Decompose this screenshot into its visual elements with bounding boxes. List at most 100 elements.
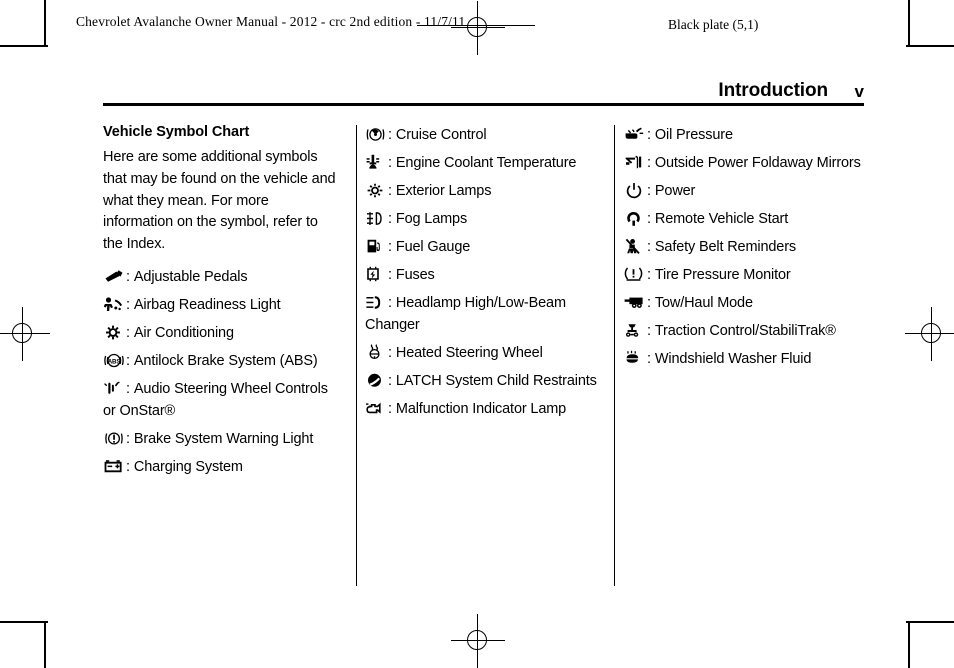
symbol-entry: : Heated Steering Wheel xyxy=(365,342,603,364)
registration-mark-left xyxy=(0,307,50,361)
registration-circle xyxy=(467,630,487,650)
engine-coolant-temperature-icon xyxy=(365,154,387,171)
symbol-entry: : Adjustable Pedals xyxy=(103,266,341,288)
column-2: : Cruise Control : Engine Coolant Temperat… xyxy=(365,124,603,426)
crop-mark-top-right-vertical xyxy=(908,0,910,47)
symbol-colon: : xyxy=(388,183,392,200)
section-intro-paragraph: Here are some additional symbols that ma… xyxy=(103,149,336,252)
symbol-entry: : Headlamp High/Low-Beam Changer xyxy=(365,292,603,336)
remote-vehicle-start-icon xyxy=(624,210,646,227)
symbol-colon: : xyxy=(126,430,130,447)
symbol-label: LATCH System Child Restraints xyxy=(395,373,597,390)
outside-power-foldaway-mirrors-icon xyxy=(624,154,646,171)
registration-circle xyxy=(12,323,32,343)
symbol-colon: : xyxy=(126,296,130,313)
symbol-label: Fuel Gauge xyxy=(395,239,471,256)
symbol-colon: : xyxy=(126,352,130,369)
section-title: Vehicle Symbol Chart xyxy=(103,124,250,140)
symbol-colon: : xyxy=(126,458,130,475)
headlamp-high-low-beam-changer-icon xyxy=(365,294,387,311)
symbol-label: Power xyxy=(654,183,696,200)
air-conditioning-icon xyxy=(103,324,125,341)
windshield-washer-fluid-icon xyxy=(624,350,646,367)
fuel-gauge-icon xyxy=(365,238,387,255)
registration-circle xyxy=(921,323,941,343)
symbol-colon: : xyxy=(388,211,392,228)
symbol-colon: : xyxy=(388,295,392,312)
crop-mark-bottom-right-horizontal xyxy=(906,621,954,623)
symbol-entry: : Windshield Washer Fluid xyxy=(624,348,862,370)
registration-mark-right xyxy=(905,307,954,361)
column-divider-1 xyxy=(356,125,357,586)
symbol-label: Oil Pressure xyxy=(654,127,733,143)
symbol-label: Cruise Control xyxy=(395,127,487,143)
symbol-label: Remote Vehicle Start xyxy=(654,211,789,228)
safety-belt-reminders-icon xyxy=(624,238,646,255)
symbol-colon: : xyxy=(126,268,130,285)
symbol-colon: : xyxy=(388,345,392,362)
symbol-colon: : xyxy=(388,127,392,143)
symbol-entry: : Outside Power Foldaway Mirrors xyxy=(624,152,862,174)
svg-text:ABS: ABS xyxy=(108,358,121,365)
crop-mark-bottom-left-vertical xyxy=(44,621,46,668)
symbol-entry: : Airbag Readiness Light xyxy=(103,294,341,316)
symbol-label: Windshield Washer Fluid xyxy=(654,351,812,368)
symbol-colon: : xyxy=(647,183,651,200)
registration-circle xyxy=(467,17,487,37)
symbol-label: Safety Belt Reminders xyxy=(654,239,796,256)
symbol-entry: : Audio Steering Wheel Controls or OnStar… xyxy=(103,378,341,422)
symbol-chart-columns: Vehicle Symbol Chart Here are some addit… xyxy=(103,124,864,586)
symbol-colon: : xyxy=(647,267,651,284)
symbol-list-3: : Oil Pressure : Outside Power Foldaway Mi… xyxy=(624,124,862,370)
symbol-colon: : xyxy=(647,295,651,312)
oil-pressure-icon xyxy=(624,126,646,143)
airbag-readiness-light-icon xyxy=(103,296,125,313)
symbol-colon: : xyxy=(126,380,130,397)
symbol-entry: : Tow/Haul Mode xyxy=(624,292,862,314)
symbol-label: Air Conditioning xyxy=(133,324,234,341)
crop-mark-top-left-horizontal xyxy=(0,45,48,47)
malfunction-indicator-lamp-icon xyxy=(365,400,387,417)
symbol-label: Brake System Warning Light xyxy=(133,430,314,447)
crop-mark-bottom-right-vertical xyxy=(908,621,910,668)
symbol-entry: : Remote Vehicle Start xyxy=(624,208,862,230)
crop-mark-bottom-left-horizontal xyxy=(0,621,48,623)
crop-mark-top-right-horizontal xyxy=(906,45,954,47)
symbol-colon: : xyxy=(647,127,651,143)
crop-mark-top-left-vertical xyxy=(44,0,46,47)
symbol-colon: : xyxy=(388,373,392,390)
symbol-entry: : Oil Pressure xyxy=(624,124,862,146)
symbol-label: Tire Pressure Monitor xyxy=(654,267,791,284)
symbol-entry: : Malfunction Indicator Lamp xyxy=(365,398,603,420)
symbol-label: Exterior Lamps xyxy=(395,183,492,200)
symbol-label: Fuses xyxy=(395,267,435,284)
symbol-list-1: : Adjustable Pedals : Airbag Readiness Lig… xyxy=(103,266,341,478)
symbol-label: Airbag Readiness Light xyxy=(133,296,281,313)
symbol-label: Adjustable Pedals xyxy=(133,268,248,285)
fuses-icon xyxy=(365,266,387,283)
tire-pressure-monitor-icon xyxy=(624,266,646,283)
symbol-label: Heated Steering Wheel xyxy=(395,345,543,362)
antilock-brake-system-icon: ABS xyxy=(103,352,125,369)
symbol-colon: : xyxy=(647,351,651,368)
symbol-list-2: : Cruise Control : Engine Coolant Temperat… xyxy=(365,124,603,420)
symbol-entry: : Charging System xyxy=(103,456,341,478)
symbol-entry: : Air Conditioning xyxy=(103,322,341,344)
symbol-entry: : Brake System Warning Light xyxy=(103,428,341,450)
page-header-rule xyxy=(103,103,864,106)
symbol-label: Outside Power Foldaway Mirrors xyxy=(654,155,861,172)
symbol-colon: : xyxy=(388,155,392,172)
symbol-entry: ABS : Antilock Brake System (ABS) xyxy=(103,350,341,372)
print-slug-rule xyxy=(417,25,535,26)
symbol-label: Fog Lamps xyxy=(395,211,468,228)
symbol-colon: : xyxy=(647,323,651,340)
symbol-label: Antilock Brake System (ABS) xyxy=(133,352,318,369)
heated-steering-wheel-icon xyxy=(365,344,387,361)
symbol-colon: : xyxy=(647,211,651,228)
symbol-label: Charging System xyxy=(133,458,243,475)
symbol-colon: : xyxy=(388,267,392,284)
symbol-colon: : xyxy=(126,324,130,341)
column-3: : Oil Pressure : Outside Power Foldaway Mi… xyxy=(624,124,862,376)
symbol-label: Tow/Haul Mode xyxy=(654,295,753,312)
symbol-colon: : xyxy=(388,239,392,256)
